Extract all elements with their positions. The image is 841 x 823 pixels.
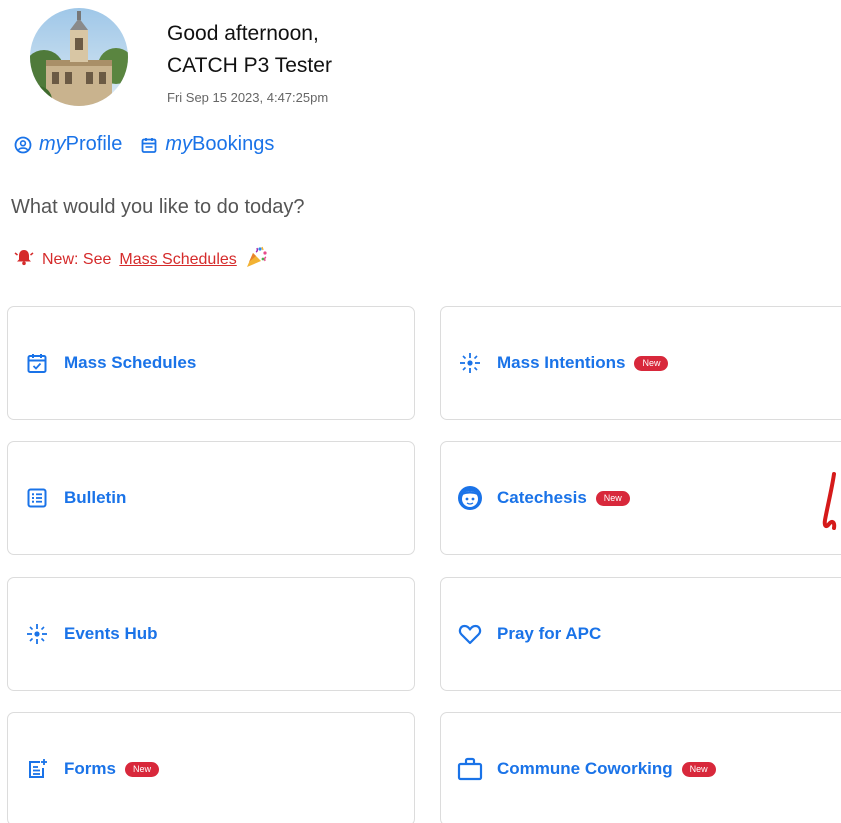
- child-face-icon: [457, 485, 483, 511]
- tile-mass-schedules[interactable]: Mass Schedules: [7, 306, 415, 420]
- tile-commune-coworking[interactable]: Commune Coworking New: [440, 712, 841, 823]
- prompt-question: What would you like to do today?: [11, 196, 305, 218]
- quick-links: myProfile myBookings: [14, 133, 274, 156]
- calendar-icon: [140, 136, 158, 154]
- tile-label-text: Mass Schedules: [64, 353, 197, 372]
- new-badge: New: [124, 762, 159, 778]
- my-bookings-prefix: my: [165, 133, 193, 155]
- my-profile-link[interactable]: myProfile: [14, 133, 122, 156]
- list-icon: [24, 485, 50, 511]
- announcement-mass-schedules-link[interactable]: Mass Schedules: [119, 251, 236, 269]
- tile-label: Forms New: [64, 759, 159, 779]
- tile-label-text: Catechesis: [497, 488, 587, 507]
- party-popper-icon: [245, 245, 269, 274]
- my-profile-prefix: my: [39, 133, 66, 155]
- tile-label-text: Bulletin: [64, 488, 127, 507]
- new-badge: New: [595, 491, 630, 507]
- tile-label-text: Events Hub: [64, 624, 158, 643]
- tile-forms[interactable]: Forms New: [7, 712, 415, 823]
- greeting: Good afternoon, CATCH P3 Tester: [167, 18, 332, 82]
- heart-icon: [457, 621, 483, 647]
- tile-label: Mass Schedules: [64, 353, 196, 373]
- my-bookings-label: Bookings: [192, 133, 275, 155]
- annotation-mark: [822, 472, 837, 530]
- new-badge: New: [681, 762, 716, 778]
- tile-mass-intentions[interactable]: Mass Intentions New: [440, 306, 841, 420]
- tile-label-text: Forms: [64, 759, 116, 778]
- user-name: CATCH P3 Tester: [167, 54, 332, 77]
- timestamp: Fri Sep 15 2023, 4:47:25pm: [167, 90, 329, 105]
- my-profile-label: Profile: [65, 133, 123, 155]
- sparkle-icon: [457, 350, 483, 376]
- tile-label: Mass Intentions New: [497, 353, 669, 373]
- sparkle-icon: [24, 621, 50, 647]
- announcement: New: See Mass Schedules: [14, 245, 269, 274]
- tile-label-text: Pray for APC: [497, 624, 602, 643]
- home-page: Good afternoon, CATCH P3 Tester Fri Sep …: [0, 0, 841, 823]
- tile-pray-for-apc[interactable]: Pray for APC: [440, 577, 841, 691]
- calendar-check-icon: [24, 350, 50, 376]
- bell-icon: [14, 248, 34, 271]
- tile-events-hub[interactable]: Events Hub: [7, 577, 415, 691]
- tile-label: Events Hub: [64, 624, 158, 644]
- my-bookings-link[interactable]: myBookings: [140, 133, 274, 156]
- user-circle-icon: [14, 136, 32, 154]
- tile-label: Pray for APC: [497, 624, 601, 644]
- greeting-salutation: Good afternoon,: [167, 22, 319, 45]
- tile-catechesis[interactable]: Catechesis New: [440, 441, 841, 555]
- new-badge: New: [634, 356, 669, 372]
- tile-label: Catechesis New: [497, 488, 630, 508]
- tile-label-text: Mass Intentions: [497, 353, 626, 372]
- briefcase-icon: [457, 756, 483, 782]
- tile-label-text: Commune Coworking: [497, 759, 673, 778]
- form-add-icon: [24, 756, 50, 782]
- tile-label: Bulletin: [64, 488, 126, 508]
- tile-label: Commune Coworking New: [497, 759, 716, 779]
- avatar: [30, 8, 128, 106]
- announcement-prefix: New: See: [42, 250, 112, 268]
- tile-bulletin[interactable]: Bulletin: [7, 441, 415, 555]
